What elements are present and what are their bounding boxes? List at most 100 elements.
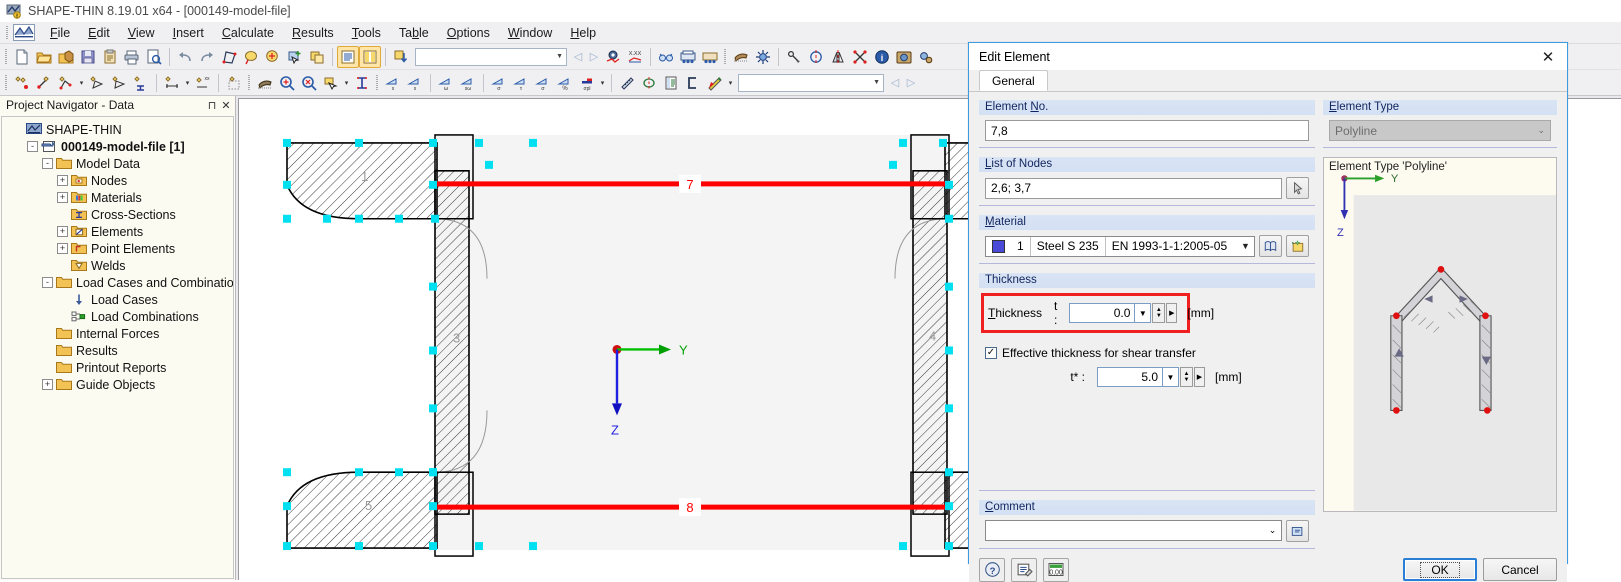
tree-expander[interactable]: + [57, 175, 68, 186]
toolbar-grip[interactable] [3, 74, 10, 92]
chevron-down-icon[interactable]: ▾ [183, 72, 192, 94]
ruler-icon[interactable] [616, 72, 638, 94]
tree-expander[interactable]: + [57, 243, 68, 254]
toolbar-grip[interactable] [374, 74, 381, 92]
print-icon[interactable] [121, 46, 143, 68]
tree-item[interactable]: Cross-Sections [6, 206, 233, 223]
effective-thickness-checkbox-row[interactable]: ✓ Effective thickness for shear transfer [985, 346, 1309, 360]
teff-more-button[interactable]: ▶ [1194, 367, 1205, 387]
close-icon[interactable]: ✕ [219, 99, 233, 112]
close-icon[interactable]: ✕ [1529, 43, 1567, 70]
sigma-x-icon[interactable]: σ [488, 72, 510, 94]
effective-thickness-checkbox[interactable]: ✓ [985, 347, 997, 359]
pin-icon[interactable]: ⊓ [205, 99, 219, 112]
new-line-icon[interactable] [33, 72, 55, 94]
thickness-stepper[interactable]: 0.0 ▼ ▲ ▼ ▶ [1069, 303, 1178, 323]
open-folder-icon[interactable] [33, 46, 55, 68]
menu-edit[interactable]: Edit [79, 24, 119, 42]
select-circle-icon[interactable] [262, 46, 284, 68]
book-icon[interactable] [1259, 235, 1282, 257]
rotate-icon[interactable] [849, 46, 871, 68]
zoom-out-icon[interactable] [298, 72, 320, 94]
help-icon[interactable]: ? [979, 557, 1005, 582]
tree-item[interactable]: + Guide Objects [6, 376, 233, 393]
tree-item[interactable]: SHAPE-THIN [6, 121, 233, 138]
snap-icon[interactable] [783, 46, 805, 68]
pick-cursor-icon[interactable] [1286, 177, 1309, 199]
printout-icon[interactable] [677, 46, 699, 68]
toolbar-grip[interactable] [3, 48, 10, 66]
table-view-icon[interactable] [337, 45, 359, 68]
list-of-nodes-input[interactable]: 2,6; 3,7 [985, 177, 1282, 199]
next-result-button[interactable]: ▷ [903, 72, 919, 94]
tree-expander[interactable]: - [27, 141, 38, 152]
spinner-arrows-icon[interactable]: ▲ ▼ [1152, 303, 1166, 323]
photo-icon[interactable] [893, 46, 915, 68]
tree-expander[interactable]: + [57, 192, 68, 203]
info-icon[interactable]: i [871, 46, 893, 68]
chevron-down-icon[interactable]: ⌄ [1264, 525, 1281, 536]
printout2-icon[interactable] [699, 46, 721, 68]
tau-icon[interactable]: τ [510, 72, 532, 94]
tree-item[interactable]: - Load Cases and Combinations [6, 274, 233, 291]
somega-icon[interactable]: sω [457, 72, 479, 94]
thickness-input[interactable]: 0.0 [1069, 303, 1136, 323]
clipboard-icon[interactable] [99, 46, 121, 68]
chevron-down-icon[interactable]: ▾ [598, 72, 607, 94]
copy-window-icon[interactable] [306, 46, 328, 68]
cancel-button[interactable]: Cancel [1483, 558, 1557, 582]
redo-icon[interactable] [196, 46, 218, 68]
tree-expander[interactable]: + [42, 379, 53, 390]
teff-stepper[interactable]: 5.0 ▼ ▲ ▼ ▶ [1097, 367, 1205, 387]
element-no-input[interactable]: 7,8 [985, 120, 1309, 141]
sigma-v-icon[interactable]: σ [532, 72, 554, 94]
chevron-down-icon[interactable]: ▾ [342, 72, 351, 94]
ok-button[interactable]: OK [1403, 558, 1477, 582]
i-section-icon[interactable] [351, 72, 373, 94]
notes-icon[interactable] [1011, 557, 1037, 582]
hand-pan-icon[interactable] [254, 72, 276, 94]
new-material-icon[interactable] [1286, 235, 1309, 257]
edit-shape-icon[interactable] [218, 46, 240, 68]
select-lasso-icon[interactable] [240, 46, 262, 68]
tree-item[interactable]: + Point Elements [6, 240, 233, 257]
table-icon[interactable] [660, 72, 682, 94]
tree-item[interactable]: Results [6, 342, 233, 359]
tree-item[interactable]: + Materials [6, 189, 233, 206]
load-case-combo[interactable]: ▼ [415, 47, 567, 66]
tree-item[interactable]: - 000149-model-file [1] [6, 138, 233, 155]
tree-item[interactable]: + Nodes [6, 172, 233, 189]
tree-item[interactable]: Internal Forces [6, 325, 233, 342]
navigator-tree[interactable]: SHAPE-THIN -000149-model-file [1] - Model D… [1, 116, 234, 579]
menu-options[interactable]: Options [438, 24, 499, 42]
percent-icon[interactable]: % [554, 72, 576, 94]
omega-icon[interactable]: ω [435, 72, 457, 94]
open-package-icon[interactable] [55, 46, 77, 68]
select-add-icon[interactable] [284, 46, 306, 68]
result-combo[interactable]: ▼ [738, 73, 884, 92]
menu-grip[interactable] [4, 25, 11, 41]
new-file-icon[interactable] [11, 46, 33, 68]
chevron-down-icon[interactable]: ▼ [1135, 303, 1152, 323]
comment-edit-icon[interactable] [1286, 519, 1309, 542]
mirror-axis-icon[interactable] [827, 46, 849, 68]
chevron-down-icon[interactable]: ▾ [726, 72, 735, 94]
prev-result-button[interactable]: ◁ [887, 72, 903, 94]
tree-expander[interactable]: + [57, 226, 68, 237]
target-icon[interactable] [638, 72, 660, 94]
chevron-down-icon[interactable]: ▼ [1237, 241, 1254, 251]
tree-item[interactable]: Welds [6, 257, 233, 274]
menu-table[interactable]: Table [390, 24, 438, 42]
su-icon[interactable]: s [382, 72, 404, 94]
import-icon[interactable] [390, 46, 412, 68]
light-settings-icon[interactable] [752, 46, 774, 68]
undo-icon[interactable] [174, 46, 196, 68]
tree-expander[interactable]: - [42, 277, 53, 288]
new-node-icon[interactable] [11, 72, 33, 94]
tree-expander[interactable]: - [42, 158, 53, 169]
new-arc-icon[interactable] [86, 72, 108, 94]
menu-view[interactable]: View [119, 24, 164, 42]
xx-element-icon[interactable]: xx [192, 72, 214, 94]
tree-item[interactable]: - Model Data [6, 155, 233, 172]
table-grid-icon[interactable] [359, 45, 381, 68]
